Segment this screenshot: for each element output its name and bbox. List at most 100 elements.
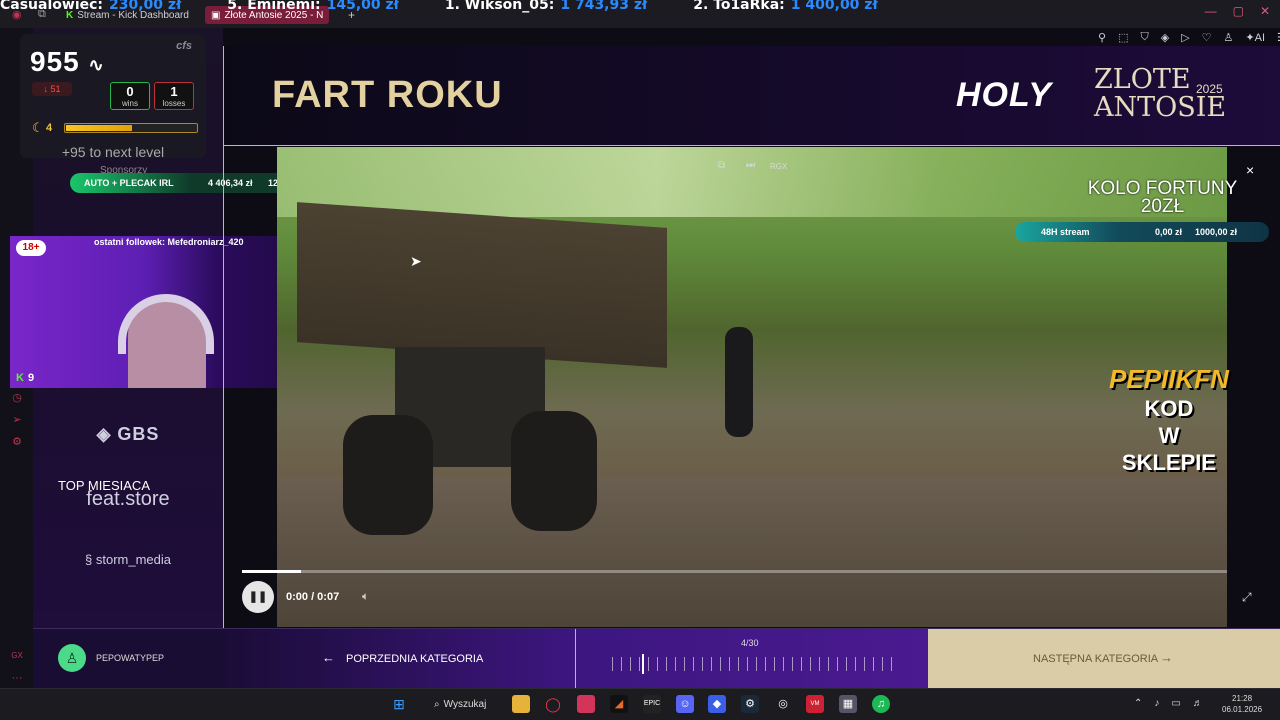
holy-logo: HOLY (956, 76, 1052, 114)
losses-label: losses (162, 99, 186, 108)
score-card: 955 ∿ cfs ↓ 51 0 wins 1 losses ☾ 4 +95 t… (20, 34, 206, 160)
pause-button[interactable]: ❚❚ (242, 581, 274, 613)
promo-text: KOD W SKLEPIE (1121, 396, 1217, 475)
app-icon[interactable] (577, 695, 595, 713)
kick-viewers: K 9 (16, 372, 34, 384)
logo-year: 2025 (1196, 82, 1223, 96)
settings-icon[interactable]: ⚙ (10, 435, 24, 449)
age-badge: 18+ (16, 240, 46, 256)
goal-name: AUTO + PLECAK IRL (84, 178, 174, 188)
ai-icon[interactable]: ✦AI (1245, 31, 1265, 44)
ticker-value: 1 400,00 zł (790, 0, 878, 13)
clock-icon[interactable]: ◷ (10, 391, 24, 405)
taskbar-search[interactable]: ⌕ Wyszukaj (426, 694, 496, 714)
ticker-value: 1 743,93 zł (560, 0, 648, 13)
next-category-label: NASTĘPNA KATEGORIA (1033, 653, 1159, 665)
rgx-label[interactable]: RGX (770, 162, 787, 171)
epic-games-icon[interactable]: EPIC (643, 695, 661, 713)
person-figure (725, 327, 753, 437)
losses-box: 1 losses (154, 82, 194, 110)
wins-box: 0 wins (110, 82, 150, 110)
voicemod-icon[interactable]: VM (806, 695, 824, 713)
arrow-right-icon: → (1160, 650, 1173, 665)
play-icon[interactable]: ▷ (1181, 31, 1189, 44)
stream-goal-current: 0,00 zł (1155, 227, 1183, 237)
wins-count: 0 (126, 84, 134, 99)
minimize-icon[interactable]: — (1205, 4, 1217, 18)
level-number: 4 (46, 122, 53, 134)
storm-media-logo: § storm_media (85, 552, 171, 567)
mouse-cursor-icon: ➤ (410, 253, 422, 269)
file-explorer-icon[interactable] (512, 695, 530, 713)
pager-current-marker (642, 654, 645, 674)
close-icon[interactable]: × (1246, 162, 1254, 178)
donation-ticker: Casualowiec: 230,00 zł 5. Eminemi: 145,00 … (0, 0, 1280, 17)
vertical-divider (223, 46, 224, 688)
level-progress-fill (66, 125, 132, 131)
video-progress-bar[interactable] (242, 570, 1227, 573)
kolo-amount: 20ZŁ (1140, 196, 1185, 217)
pin-icon[interactable]: ⚲ (1098, 31, 1106, 44)
terminal-icon[interactable]: ◢ (610, 695, 628, 713)
pager-ticks (612, 657, 894, 671)
kick-icon: K (16, 372, 24, 384)
steam-icon[interactable]: ⚙ (741, 695, 759, 713)
level-progress-bar (64, 123, 198, 133)
video-time: 0:00 / 0:07 (286, 591, 340, 603)
opera-gx-icon[interactable]: ◯ (544, 695, 562, 713)
window-controls: — ▢ ✕ (1205, 4, 1270, 18)
send-icon[interactable]: ➢ (10, 413, 24, 427)
pip-icon[interactable]: ⧉ (718, 160, 725, 171)
user-avatar[interactable]: ♙ (58, 644, 86, 672)
skip-icon[interactable]: ⏭ (746, 160, 755, 171)
feat-store-logo: feat.store (86, 488, 170, 510)
clock-time: 21:28 (1232, 694, 1253, 703)
taskbar-clock[interactable]: 21:28 06.01.2026 (1222, 693, 1262, 715)
calculator-icon[interactable]: ▦ (839, 695, 857, 713)
speaker-icon[interactable]: ♬ (1193, 698, 1203, 709)
network-icon[interactable]: ▭ (1171, 698, 1180, 709)
score-delta: ↓ 51 (32, 82, 72, 96)
more-icon[interactable]: ··· (10, 672, 24, 686)
fullscreen-icon[interactable]: ⤢ (1242, 590, 1252, 605)
discord-icon[interactable]: ☺ (676, 695, 694, 713)
stream-goal-target: 1000,00 zł (1195, 227, 1238, 237)
ticker-value: 145,00 zł (326, 0, 399, 13)
video-progress-fill (242, 570, 302, 573)
heart-icon[interactable]: ♡ (1202, 31, 1212, 44)
promo-code-overlay: PEPIIKFN KOD W SKLEPIE (1084, 364, 1254, 476)
gx-icon[interactable]: GX (10, 651, 24, 665)
volume-icon[interactable]: 🔈︎ (362, 589, 369, 604)
gbs-logo: ◈ GBS (96, 424, 160, 444)
maximize-icon[interactable]: ▢ (1233, 4, 1244, 18)
user-name[interactable]: PEPOWATYPEP (96, 653, 164, 663)
ticker-name: 5. Eminemi: (227, 0, 321, 13)
losses-count: 1 (170, 84, 178, 99)
chevron-up-icon[interactable]: ⌃ (1134, 698, 1142, 709)
mic-icon[interactable]: ♪ (1154, 698, 1159, 709)
system-tray: ⌃ ♪ ▭ ♬ (1134, 698, 1203, 709)
cube-icon[interactable]: ◈ (1161, 31, 1169, 44)
profile-icon[interactable]: ♙ (1224, 31, 1234, 44)
spotify-icon[interactable]: ♫ (872, 695, 890, 713)
app-blue-icon[interactable]: ◆ (708, 695, 726, 713)
level-row: ☾ 4 (32, 120, 198, 136)
obs-icon[interactable]: ◎ (774, 695, 792, 713)
previous-category-label: POPRZEDNIA KATEGORIA (346, 653, 484, 665)
score-value: 955 ∿ (30, 46, 105, 77)
promo-name: PEPIIKFN (1109, 364, 1229, 394)
taskbar (0, 688, 1280, 720)
screenshot-icon[interactable]: ⬚ (1118, 31, 1128, 44)
shield-icon[interactable]: ⛉ (1140, 31, 1148, 44)
category-title: FART ROKU (272, 74, 503, 116)
diamond-icon: ◈ (96, 424, 112, 444)
windows-start-icon[interactable]: ⊞ (390, 695, 408, 713)
clock-date: 06.01.2026 (1222, 705, 1263, 714)
header-divider (223, 145, 1280, 146)
close-window-icon[interactable]: ✕ (1260, 4, 1270, 18)
s-icon: § (85, 552, 93, 567)
browser-toolbar: ⚲ ⬚ ⛉ ◈ ▷ ♡ ♙ ✦AI ☰ (1098, 31, 1280, 44)
next-level-text: +95 to next level (61, 144, 165, 160)
last-follower: ostatni followek: Mefedroniarz_420 (94, 237, 244, 247)
stream-goal-name: 48H stream (1041, 227, 1090, 237)
